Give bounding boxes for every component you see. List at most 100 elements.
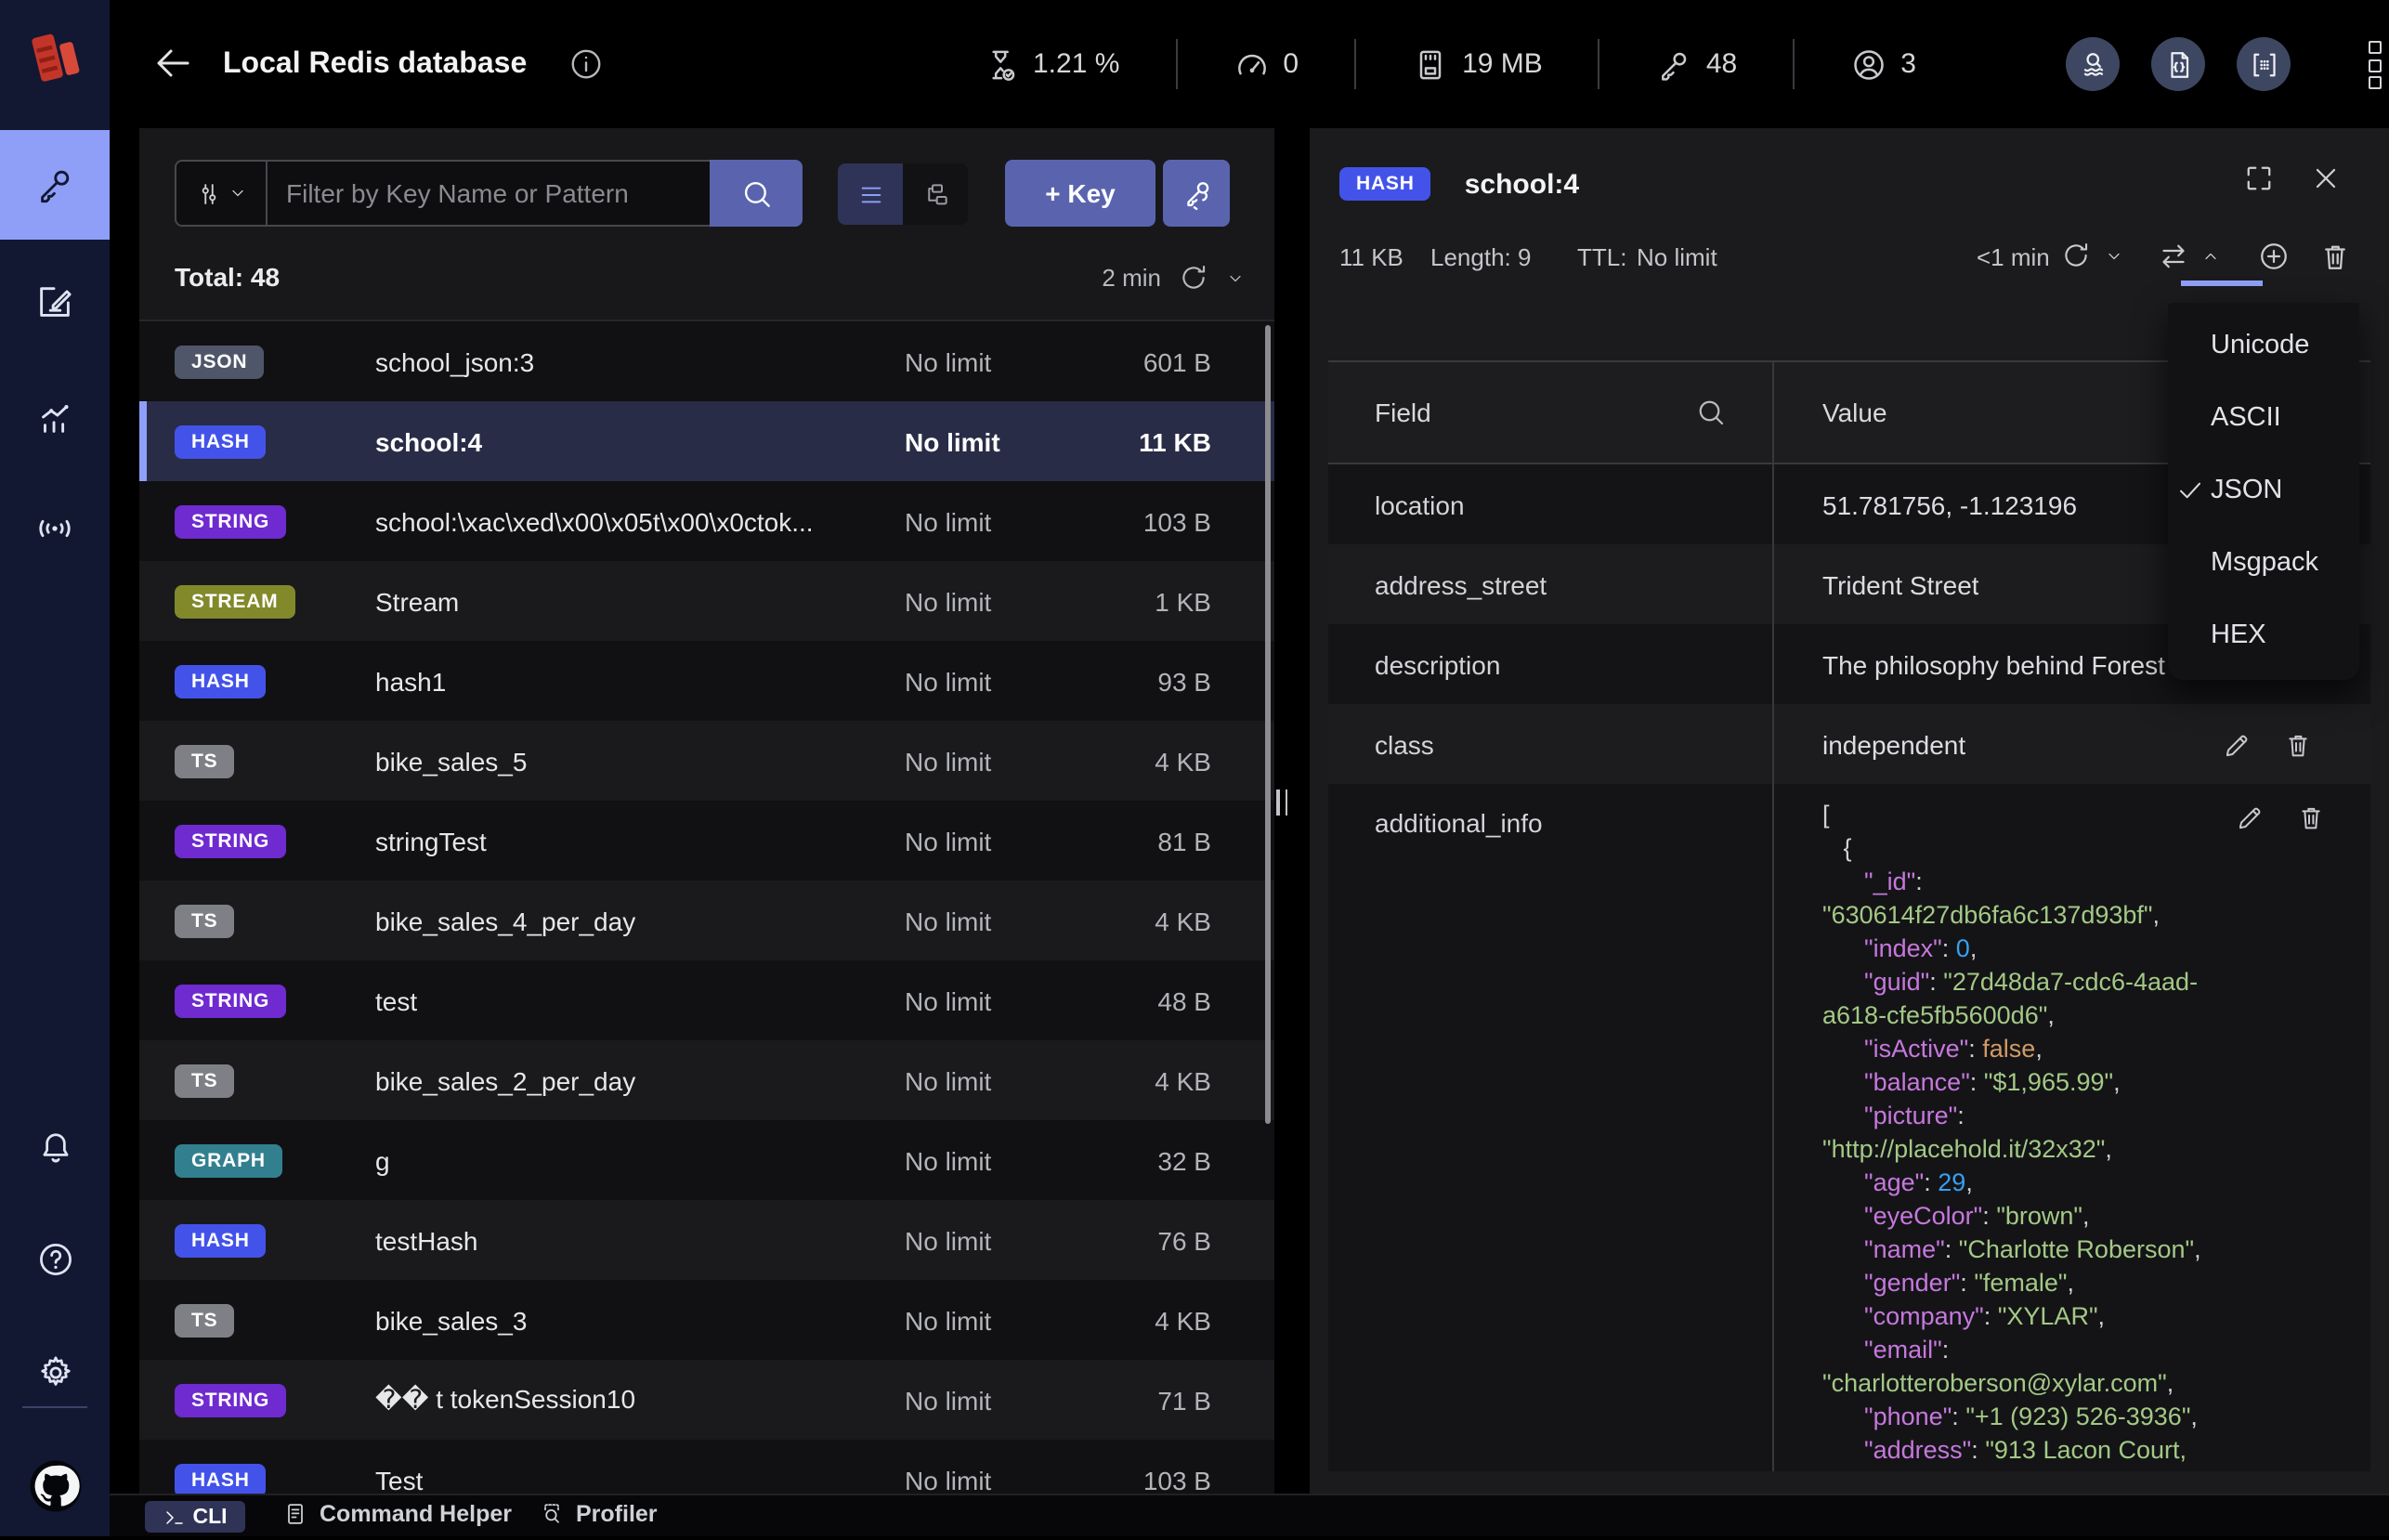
key-row[interactable]: STRINGschool:\xac\xed\x00\x05t\x00\x0cto… [139, 481, 1274, 561]
edit-field-button[interactable] [2222, 729, 2252, 759]
add-key-button[interactable]: + Key [1005, 160, 1155, 227]
key-ttl: No limit [905, 746, 1081, 776]
sidebar-item-help[interactable] [0, 1204, 110, 1313]
sidebar-item-workbench[interactable] [0, 247, 110, 357]
key-row[interactable]: STRING�� t tokenSession10No limit71 B [139, 1360, 1274, 1440]
profiler-button[interactable]: Profiler [539, 1501, 658, 1527]
delete-key-button[interactable] [2318, 240, 2352, 273]
list-view-toggle[interactable] [838, 163, 903, 225]
cli-button[interactable]: CLI [145, 1501, 245, 1533]
command-helper-button[interactable]: Command Helper [282, 1501, 512, 1527]
refresh-interval-label: 2 min [1102, 264, 1161, 292]
key-row[interactable]: GRAPHgNo limit32 B [139, 1120, 1274, 1200]
format-menu-item[interactable]: ASCII [2168, 383, 2359, 455]
key-ttl: No limit [905, 906, 1081, 935]
key-ttl: No limit [905, 586, 1081, 616]
close-button[interactable] [2309, 162, 2343, 195]
key-row[interactable]: STREAMStreamNo limit1 KB [139, 561, 1274, 641]
ttl-value[interactable]: No limit [1637, 243, 1717, 271]
field-search-button[interactable] [1694, 396, 1728, 429]
key-row[interactable]: HASHhash1No limit93 B [139, 641, 1274, 721]
table-row-json[interactable]: additional_info [ { "_id":"630614f27db6f… [1328, 784, 2370, 1471]
key-row[interactable]: HASHschool:4No limit11 KB [139, 401, 1274, 481]
fullscreen-button[interactable] [2242, 162, 2276, 195]
sidebar-item-notifications[interactable] [0, 1092, 110, 1202]
user-icon [1850, 46, 1887, 83]
sidebar-item-browser[interactable] [0, 130, 110, 240]
key-ttl: No limit [905, 506, 1081, 536]
sidebar-item-settings[interactable] [0, 1317, 110, 1427]
table-row[interactable]: classindependent [1328, 704, 2370, 784]
key-size: 48 B [1081, 985, 1211, 1015]
key-row[interactable]: HASHtestHashNo limit76 B [139, 1200, 1274, 1280]
search-button[interactable] [710, 160, 803, 227]
key-size: 11 KB [1339, 243, 1403, 271]
key-row[interactable]: TSbike_sales_3No limit4 KB [139, 1280, 1274, 1360]
stat-separator [1599, 39, 1600, 89]
tree-view-toggle[interactable] [903, 163, 968, 225]
key-type-badge: HASH [175, 665, 267, 698]
key-row[interactable]: TSbike_sales_4_per_dayNo limit4 KB [139, 881, 1274, 960]
delete-field-button[interactable] [2296, 803, 2326, 832]
list-refresh-controls: 2 min [1102, 262, 1245, 294]
detail-refresh-settings[interactable] [2105, 247, 2123, 266]
key-name: bike_sales_3 [375, 1305, 905, 1335]
field-value: independent [1822, 729, 1965, 759]
stat-ops: 0 [1233, 46, 1299, 83]
stat-cpu: 1.21 % [983, 46, 1119, 83]
insights-button[interactable] [2066, 37, 2120, 91]
chevron-down-icon [228, 184, 247, 202]
key-type-badge: TS [175, 905, 234, 938]
delete-field-button[interactable] [2283, 729, 2313, 759]
format-menu-item[interactable]: JSON [2168, 455, 2359, 528]
refresh-settings-button[interactable] [1226, 268, 1245, 287]
format-menu-item[interactable]: HEX [2168, 600, 2359, 672]
key-row[interactable]: HASHTestNo limit103 B [139, 1440, 1274, 1494]
workbench-button[interactable] [2151, 37, 2205, 91]
keys-scrollbar[interactable] [1265, 325, 1271, 1124]
sidebar-item-github[interactable] [0, 1430, 110, 1540]
panel-resize-handle[interactable] [1276, 790, 1287, 816]
key-name: stringTest [375, 826, 905, 855]
database-title: Local Redis database [223, 0, 527, 128]
key-name: Test [375, 1465, 905, 1494]
key-name: testHash [375, 1225, 905, 1255]
stat-clients: 3 [1850, 46, 1916, 83]
add-field-button[interactable] [2257, 240, 2291, 273]
bell-icon [34, 1127, 75, 1168]
profiler-label: Profiler [576, 1501, 658, 1527]
format-menu-item[interactable]: Msgpack [2168, 528, 2359, 600]
filter-input[interactable] [268, 162, 710, 225]
key-row[interactable]: JSONschool_json:3No limit601 B [139, 321, 1274, 401]
sidebar-item-analytics[interactable] [0, 362, 110, 472]
refresh-icon [2060, 240, 2092, 271]
bulk-actions-button[interactable] [1163, 160, 1230, 227]
chevron-down-icon [2105, 247, 2123, 266]
refresh-button[interactable] [1178, 262, 1209, 294]
detail-refresh-button[interactable] [2060, 240, 2092, 271]
key-row[interactable]: TSbike_sales_5No limit4 KB [139, 721, 1274, 801]
edit-field-button[interactable] [2235, 803, 2265, 832]
format-menu-item[interactable]: Unicode [2168, 310, 2359, 383]
cli-label: CLI [192, 1506, 227, 1528]
tutorials-button[interactable] [2237, 37, 2291, 91]
key-type-badge: TS [175, 1304, 234, 1338]
key-type-badge: STRING [175, 1384, 286, 1417]
back-button[interactable] [150, 41, 195, 85]
stat-memory: 19 MB [1412, 46, 1543, 83]
detail-header: HASH school:4 [1339, 154, 1579, 214]
command-helper-label: Command Helper [320, 1501, 512, 1527]
info-icon[interactable] [568, 46, 604, 82]
tree-icon [920, 179, 950, 209]
filter-type-dropdown[interactable] [176, 162, 268, 225]
format-selector-button[interactable] [2157, 240, 2190, 273]
more-menu-button[interactable] [2365, 41, 2383, 89]
refresh-icon [1178, 262, 1209, 294]
key-row[interactable]: STRINGstringTestNo limit81 B [139, 801, 1274, 881]
key-size: 11 KB [1081, 426, 1211, 456]
key-row[interactable]: TSbike_sales_2_per_dayNo limit4 KB [139, 1040, 1274, 1120]
key-row[interactable]: STRINGtestNo limit48 B [139, 960, 1274, 1040]
key-type-badge: STRING [175, 825, 286, 858]
field-name: location [1328, 464, 1772, 544]
sidebar-item-pubsub[interactable] [0, 474, 110, 583]
